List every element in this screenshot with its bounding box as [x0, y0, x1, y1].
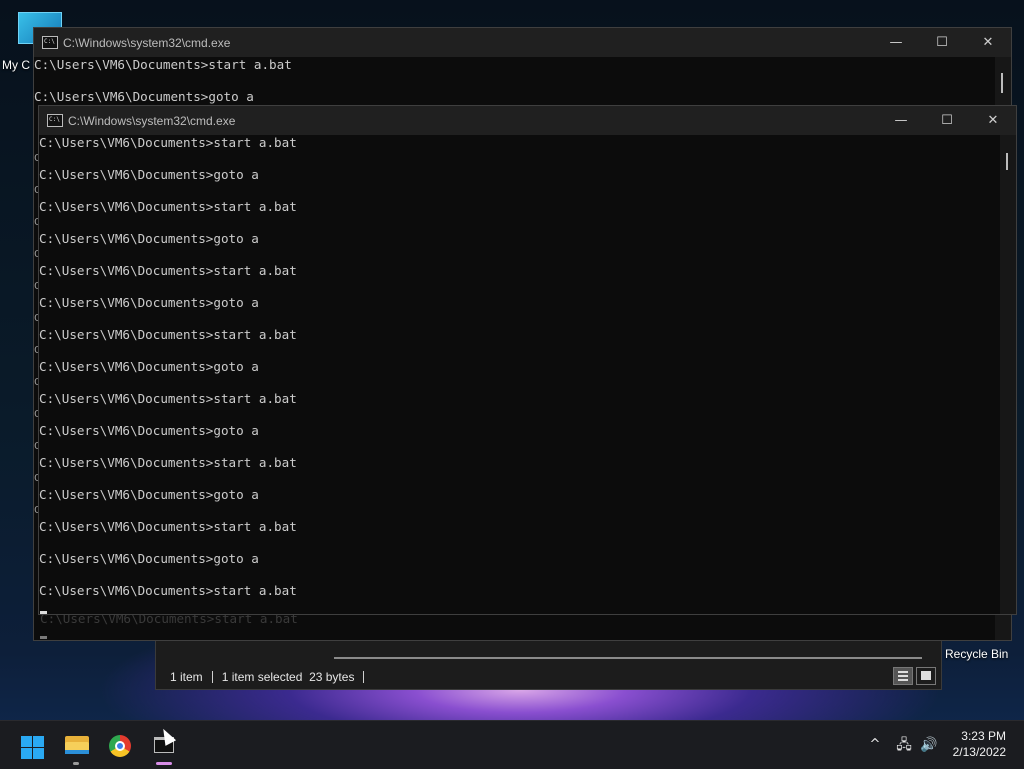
title-bar[interactable]: C:\ C:\Windows\system32\cmd.exe — ☐ ✕: [34, 28, 1011, 57]
desktop-icon-label: Recycle Bin: [945, 647, 1009, 661]
details-view-button[interactable]: [893, 667, 913, 685]
terminal-line: C:\Users\VM6\Documents>start a.bat: [39, 135, 297, 150]
desktop-icon-label: My C: [2, 58, 30, 72]
terminal-line: C:\Users\VM6\Documents>start a.bat: [39, 391, 297, 406]
window-title: C:\Windows\system32\cmd.exe: [68, 114, 236, 128]
status-selected-count: 1 item selected: [221, 670, 303, 684]
volume-button[interactable]: 🔊: [918, 721, 940, 769]
terminal-output[interactable]: C:\Users\VM6\Documents>start a.bat C:\Us…: [39, 135, 1000, 614]
chrome-taskbar-button[interactable]: [100, 725, 140, 765]
clock-time: 3:23 PM: [961, 729, 1006, 743]
chevron-up-icon: ^: [869, 737, 881, 752]
show-hidden-icons-button[interactable]: ^: [864, 721, 886, 769]
status-selected-size: 23 bytes: [309, 670, 355, 684]
terminal-line: C:\Users\VM6\Documents>goto a: [39, 167, 259, 182]
network-icon: 🖧: [896, 737, 912, 753]
status-divider: [363, 671, 365, 683]
scrollbar-thumb[interactable]: [1001, 73, 1003, 93]
cmd-app-icon: C:\: [42, 36, 58, 49]
status-bar: 1 item 1 item selected 23 bytes: [170, 670, 373, 684]
close-button[interactable]: ✕: [970, 106, 1016, 135]
maximize-button[interactable]: ☐: [924, 106, 970, 135]
terminal-line: C:\Users\VM6\Documents>goto a: [39, 231, 259, 246]
vertical-scrollbar[interactable]: [1000, 135, 1016, 614]
start-button[interactable]: [12, 725, 52, 765]
maximize-button[interactable]: ☐: [919, 28, 965, 57]
window-title: C:\Windows\system32\cmd.exe: [63, 36, 231, 50]
title-bar[interactable]: C:\ C:\Windows\system32\cmd.exe — ☐ ✕: [39, 106, 1016, 135]
desktop-icon-recycle-bin[interactable]: Recycle Bin: [938, 640, 1018, 670]
terminal-line: C:\Users\VM6\Documents>goto a: [39, 359, 259, 374]
close-button[interactable]: ✕: [965, 28, 1011, 57]
terminal-line: C:\Users\VM6\Documents>goto a: [39, 423, 259, 438]
network-button[interactable]: 🖧: [892, 721, 916, 769]
minimize-button[interactable]: —: [878, 106, 924, 135]
terminal-line: C:\Users\VM6\Documents>start a.bat: [39, 327, 297, 342]
clock[interactable]: 3:23 PM 2/13/2022: [953, 728, 1006, 760]
terminal-cursor: [40, 636, 47, 639]
terminal-line: C:\Users\VM6\Documents>start a.bat: [34, 57, 292, 72]
terminal-line: C:\Users\VM6\Documents>goto a: [39, 487, 259, 502]
file-explorer-taskbar-button[interactable]: [56, 725, 96, 765]
clock-date: 2/13/2022: [952, 745, 1006, 759]
taskbar: ^ 🖧 🔊 3:23 PM 2/13/2022: [0, 720, 1024, 769]
status-divider: [211, 671, 213, 683]
terminal-line: C:\Users\VM6\Documents>goto a: [39, 551, 259, 566]
large-icons-view-button[interactable]: [916, 667, 936, 685]
horizontal-scrollbar[interactable]: [334, 657, 922, 659]
scrollbar-thumb[interactable]: [1006, 153, 1008, 170]
view-switcher: [893, 667, 937, 687]
running-indicator: [73, 762, 79, 765]
terminal-cursor: [40, 611, 47, 614]
cmd-app-icon: C:\: [47, 114, 63, 127]
active-indicator: [156, 762, 172, 765]
minimize-button[interactable]: —: [873, 28, 919, 57]
terminal-line: C:\Users\VM6\Documents>start a.bat: [39, 263, 297, 278]
cmd-window-front[interactable]: C:\ C:\Windows\system32\cmd.exe — ☐ ✕ C:…: [38, 105, 1017, 615]
volume-icon: 🔊: [920, 737, 938, 753]
terminal-line: C:\Users\VM6\Documents>start a.bat: [39, 519, 297, 534]
terminal-line: C:\Users\VM6\Documents>start a.bat: [39, 583, 297, 598]
terminal-line: C:\Users\VM6\Documents>goto a: [39, 295, 259, 310]
status-item-count: 1 item: [170, 670, 203, 684]
terminal-line: C:\Users\VM6\Documents>start a.bat: [39, 199, 297, 214]
terminal-line: C:\Users\VM6\Documents>start a.bat: [39, 455, 297, 470]
